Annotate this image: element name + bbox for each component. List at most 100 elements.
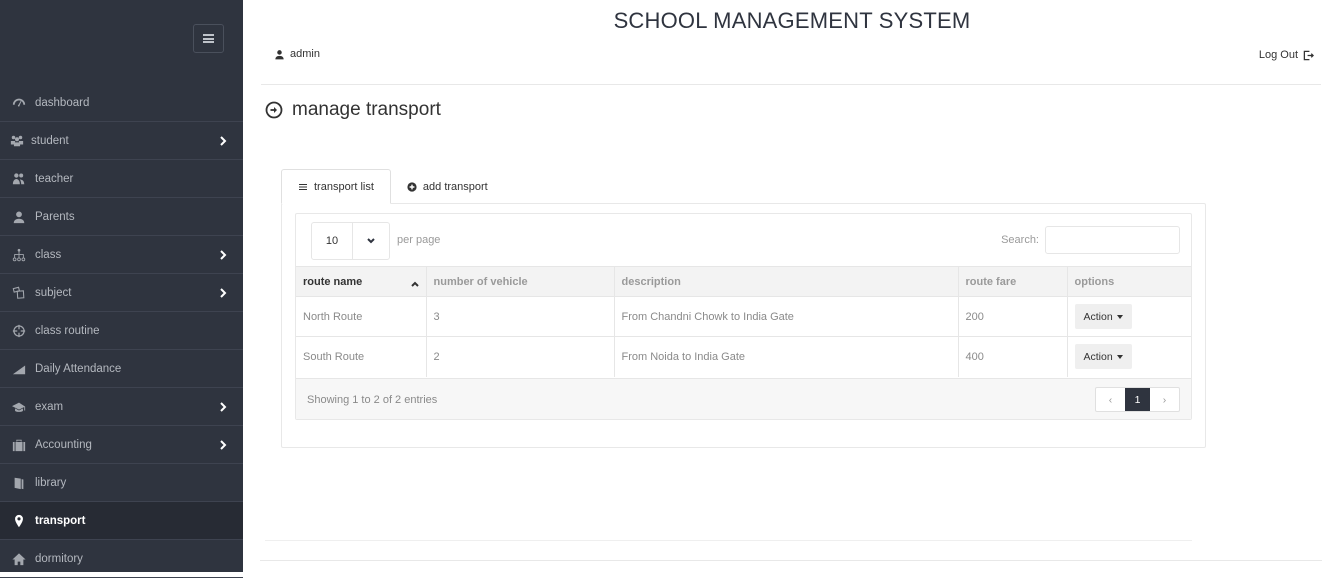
cell-description: From Chandni Chowk to India Gate xyxy=(614,296,959,337)
cell-options: Action xyxy=(1067,296,1191,337)
sidebar-item-label: teacher xyxy=(35,172,74,185)
sidebar-item-library[interactable]: library xyxy=(0,464,243,502)
sidebar-item-label: dashboard xyxy=(35,97,90,109)
chevron-right-icon xyxy=(219,439,227,450)
cell-route-fare: 200 xyxy=(958,296,1068,337)
footer-divider xyxy=(260,560,1322,561)
chevron-right-icon xyxy=(219,401,227,412)
cell-route-fare: 400 xyxy=(958,336,1068,377)
chevron-right-icon xyxy=(219,249,227,260)
column-header-route-fare[interactable]: route fare xyxy=(958,266,1068,297)
plus-circle-icon xyxy=(407,181,417,192)
search-input[interactable] xyxy=(1045,226,1180,254)
caret-down-icon xyxy=(1116,354,1123,359)
map-marker-icon xyxy=(11,514,27,528)
transport-table: route name number of vehicle description… xyxy=(296,266,1191,377)
logout-link[interactable]: Log Out xyxy=(1259,49,1314,61)
column-header-options: options xyxy=(1067,266,1191,297)
sidebar: dashboard student teacher Parents class … xyxy=(0,0,243,578)
page-heading: manage transport xyxy=(265,99,441,121)
main-content: SCHOOL MANAGEMENT SYSTEM admin Log Out m… xyxy=(243,0,1328,572)
table-footer: Showing 1 to 2 of 2 entries ‹ 1 › xyxy=(296,378,1191,419)
column-header-description[interactable]: description xyxy=(614,266,959,297)
cell-route-name: North Route xyxy=(296,296,427,337)
hamburger-icon xyxy=(203,34,214,43)
pagination-page-button[interactable]: 1 xyxy=(1125,388,1150,411)
action-dropdown-button[interactable]: Action xyxy=(1074,304,1132,329)
user-icon xyxy=(11,210,27,224)
sidebar-item-label: Accounting xyxy=(35,438,92,451)
crosshair-icon xyxy=(11,324,27,338)
action-dropdown-button[interactable]: Action xyxy=(1074,344,1132,370)
table-row: South Route 2 From Noida to India Gate 4… xyxy=(296,336,1191,377)
signal-chart-icon xyxy=(11,362,27,376)
sidebar-item-label: class xyxy=(35,248,62,261)
sidebar-item-label: subject xyxy=(35,286,72,299)
table-header-row: route name number of vehicle description… xyxy=(296,266,1191,297)
chevron-right-icon xyxy=(219,287,227,298)
sidebar-item-label: Daily Attendance xyxy=(35,362,122,375)
briefcase-icon xyxy=(11,438,27,452)
cell-number-of-vehicle: 2 xyxy=(426,336,615,377)
user-name: admin xyxy=(290,48,320,60)
pagination: ‹ 1 › xyxy=(1095,387,1180,412)
sidebar-item-student[interactable]: student xyxy=(0,122,243,160)
sidebar-item-class-routine[interactable]: class routine xyxy=(0,312,243,350)
transport-table-wrapper: 10 per page Search: route name number of… xyxy=(295,213,1192,420)
sidebar-item-dormitory[interactable]: dormitory xyxy=(0,540,243,578)
sidebar-item-label: exam xyxy=(35,400,64,413)
cell-description: From Noida to India Gate xyxy=(614,336,959,377)
chevron-down-icon xyxy=(367,238,375,244)
tab-label: add transport xyxy=(422,180,488,193)
cell-options: Action xyxy=(1067,336,1191,377)
sidebar-item-class[interactable]: class xyxy=(0,236,243,274)
list-icon xyxy=(299,183,307,190)
sidebar-item-daily-attendance[interactable]: Daily Attendance xyxy=(0,350,243,388)
sidebar-toggle-button[interactable] xyxy=(193,24,224,53)
per-page-label: per page xyxy=(397,234,441,246)
content-divider xyxy=(265,540,1192,541)
chevron-right-icon xyxy=(219,135,227,146)
sitemap-icon xyxy=(11,248,27,262)
sidebar-item-label: library xyxy=(35,476,67,489)
table-row: North Route 3 From Chandni Chowk to Indi… xyxy=(296,296,1191,337)
sort-ascending-icon xyxy=(410,278,419,287)
app-title: SCHOOL MANAGEMENT SYSTEM xyxy=(613,8,971,33)
caret-down-icon xyxy=(1116,314,1123,319)
users-pair-icon xyxy=(11,172,27,186)
cards-icon xyxy=(11,286,27,300)
tab-bar: transport list add transport xyxy=(281,169,504,204)
sidebar-item-parents[interactable]: Parents xyxy=(0,198,243,236)
sidebar-item-label: Parents xyxy=(35,210,75,223)
header-divider xyxy=(261,84,1321,85)
sidebar-item-accounting[interactable]: Accounting xyxy=(0,426,243,464)
book-icon xyxy=(11,476,27,490)
sidebar-item-teacher[interactable]: teacher xyxy=(0,160,243,198)
graduation-cap-icon xyxy=(11,400,27,414)
logout-icon xyxy=(1303,50,1314,60)
sidebar-item-dashboard[interactable]: dashboard xyxy=(0,85,243,122)
column-header-route-name[interactable]: route name xyxy=(296,266,427,297)
dashboard-gauge-icon xyxy=(11,96,27,110)
tab-add-transport[interactable]: add transport xyxy=(391,169,504,204)
table-info: Showing 1 to 2 of 2 entries xyxy=(307,394,438,406)
circle-arrow-right-icon xyxy=(265,101,283,119)
column-header-number-of-vehicle[interactable]: number of vehicle xyxy=(426,266,615,297)
sidebar-item-exam[interactable]: exam xyxy=(0,388,243,426)
page-length-value: 10 xyxy=(312,223,353,259)
page-length-select[interactable]: 10 xyxy=(311,222,390,260)
sidebar-item-transport[interactable]: transport xyxy=(0,502,243,540)
cell-route-name: South Route xyxy=(296,336,427,377)
tab-transport-list[interactable]: transport list xyxy=(281,169,391,204)
pagination-prev-button[interactable]: ‹ xyxy=(1096,388,1125,411)
cell-number-of-vehicle: 3 xyxy=(426,296,615,337)
sidebar-item-label: class routine xyxy=(35,324,100,337)
sidebar-nav: dashboard student teacher Parents class … xyxy=(0,85,243,578)
pagination-next-button[interactable]: › xyxy=(1150,388,1179,411)
logout-label: Log Out xyxy=(1258,49,1298,61)
users-group-icon xyxy=(9,134,25,148)
sidebar-item-subject[interactable]: subject xyxy=(0,274,243,312)
sidebar-item-label: dormitory xyxy=(35,552,83,565)
tab-label: transport list xyxy=(314,180,374,193)
current-user: admin xyxy=(274,48,320,60)
